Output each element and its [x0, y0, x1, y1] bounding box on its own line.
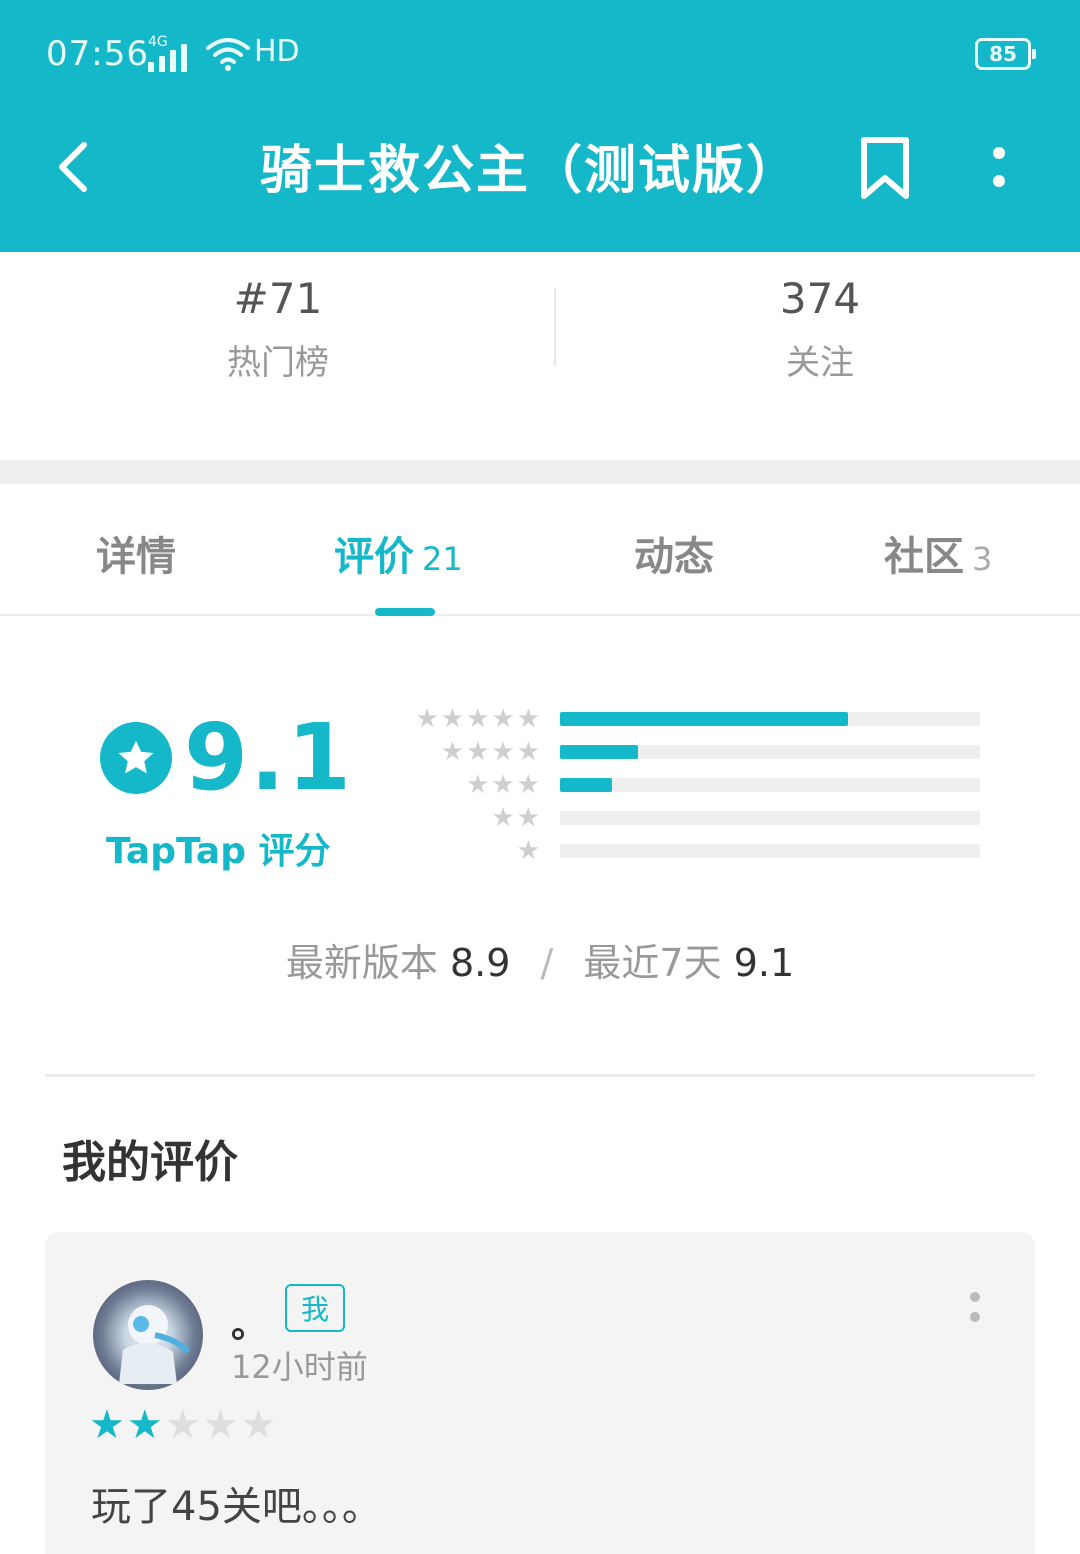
game-stats: #71 热门榜 374 关注 [0, 252, 1080, 460]
bookmark-icon [861, 137, 909, 199]
status-time: 07:56 [46, 34, 149, 74]
distribution-bar-track [560, 778, 980, 792]
distribution-stars-icon: ★★★★ [440, 737, 542, 767]
wifi-icon [206, 38, 250, 71]
section-divider [45, 1074, 1035, 1077]
review-star-rating: ★★★★★ [89, 1402, 278, 1448]
back-button[interactable] [42, 135, 102, 199]
tab-bar: 详情 评价 21 动态 社区 3 [0, 484, 1080, 616]
chevron-left-icon [59, 142, 87, 192]
breakdown-separator: / [540, 941, 554, 985]
section-gap [0, 460, 1080, 484]
active-tab-indicator [375, 608, 435, 616]
tab-updates[interactable]: 动态 [634, 524, 714, 582]
distribution-row-3-star: ★★★ [400, 770, 980, 800]
average-score: 9.1 [184, 704, 353, 811]
distribution-row-1-star: ★ [400, 836, 980, 866]
avatar[interactable] [93, 1280, 203, 1390]
more-vertical-icon [970, 1292, 980, 1302]
review-timestamp: 12小时前 [231, 1348, 368, 1386]
hot-rank-label: 热门榜 [227, 343, 329, 383]
rating-breakdown: 最新版本 8.9 / 最近7天 9.1 [0, 932, 1080, 987]
star-badge-icon [100, 722, 172, 794]
distribution-row-4-star: ★★★★ [400, 737, 980, 767]
community-count: 3 [972, 540, 993, 578]
hot-rank-value: #71 [233, 274, 323, 323]
star-filled-icon: ★ [89, 1402, 127, 1448]
star-empty-icon: ★ [164, 1402, 203, 1448]
reviews-count: 21 [422, 540, 463, 578]
my-review-card[interactable]: 。 我 12小时前 ★★★★★ 玩了45关吧。。。 [45, 1232, 1035, 1554]
follow-count: 374 [779, 274, 861, 323]
distribution-bar-fill [560, 712, 849, 726]
follow-label: 关注 [786, 343, 854, 383]
tab-community[interactable]: 社区 3 [884, 524, 992, 582]
recent-7-days-label: 最近7天 [583, 941, 722, 985]
taptap-score-label: TapTap 评分 [106, 831, 331, 872]
star-empty-icon: ★ [202, 1402, 241, 1448]
app-header: 07:56 4G HD 85 骑士救公主（测试版） [0, 0, 1080, 252]
my-review-heading: 我的评价 [62, 1137, 238, 1188]
distribution-stars-icon: ★★ [491, 803, 542, 833]
distribution-bar-track [560, 712, 980, 726]
follow-stat[interactable]: 374 关注 [550, 274, 1080, 384]
distribution-row-5-star: ★★★★★ [400, 704, 980, 734]
distribution-row-2-star: ★★ [400, 803, 980, 833]
review-more-button[interactable] [961, 1292, 989, 1332]
distribution-stars-icon: ★★★ [466, 770, 542, 800]
star-empty-icon: ★ [240, 1402, 279, 1448]
distribution-bar-fill [560, 778, 613, 792]
latest-version-score: 8.9 [449, 941, 511, 985]
hot-rank-stat[interactable]: #71 热门榜 [8, 274, 548, 384]
distribution-stars-icon: ★★★★★ [415, 704, 542, 734]
more-vertical-icon [993, 147, 1005, 159]
distribution-bar-track [560, 844, 980, 858]
tab-reviews[interactable]: 评价 21 [334, 524, 463, 582]
distribution-bar-track [560, 745, 980, 759]
distribution-bar-track [560, 811, 980, 825]
tab-details[interactable]: 详情 [96, 524, 176, 582]
page-title: 骑士救公主（测试版） [259, 141, 800, 201]
me-badge: 我 [285, 1284, 345, 1332]
distribution-stars-icon: ★ [516, 836, 542, 866]
status-bar: 07:56 4G HD 85 [0, 0, 1080, 110]
latest-version-label: 最新版本 [285, 941, 438, 985]
battery-icon: 85 [975, 38, 1036, 70]
hd-label: HD [254, 34, 300, 69]
star-filled-icon: ★ [126, 1402, 165, 1448]
more-options-button[interactable] [976, 135, 1022, 199]
review-username[interactable]: 。 [231, 1296, 267, 1348]
rating-summary: 9.1 TapTap 评分 ★★★★★ ★★★★ ★★★ ★★ ★ 最新版本 8.9 /… [0, 618, 1080, 1018]
signal-icon [148, 44, 187, 72]
review-text: 玩了45关吧。。。 [91, 1484, 382, 1530]
distribution-bar-fill [560, 745, 639, 759]
bookmark-button[interactable] [852, 132, 918, 204]
recent-7-days-score: 9.1 [733, 941, 795, 985]
